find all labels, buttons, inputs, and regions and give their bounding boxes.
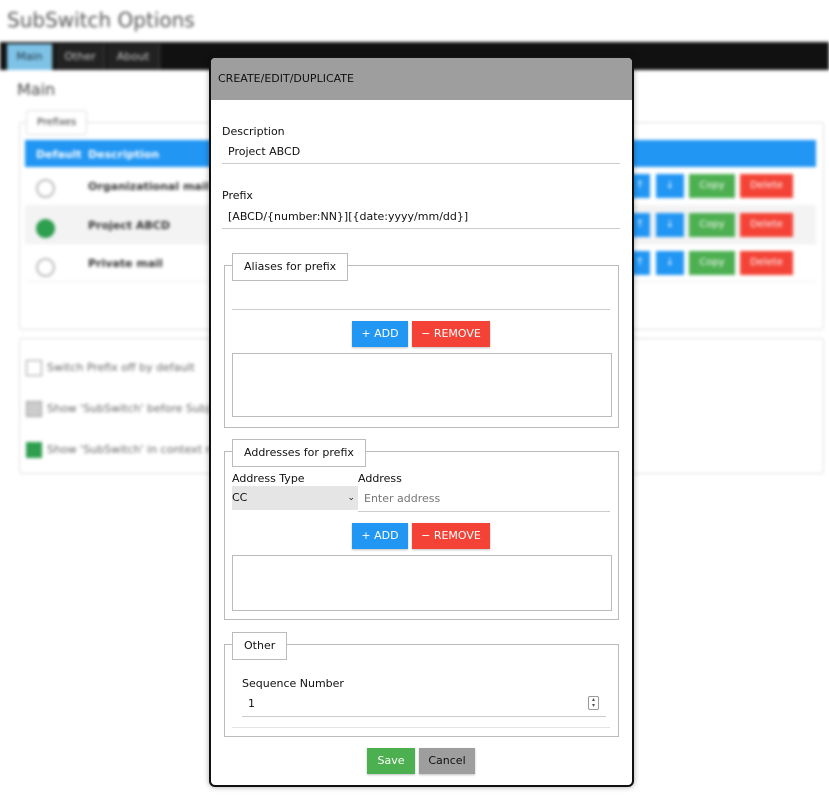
- row-description: Project ABCD: [88, 219, 170, 232]
- remove-address-button[interactable]: − REMOVE: [412, 523, 490, 549]
- cancel-button[interactable]: Cancel: [419, 748, 475, 774]
- sequence-number-input[interactable]: 1: [248, 697, 255, 710]
- aliases-legend: Aliases for prefix: [232, 253, 349, 281]
- remove-alias-button[interactable]: − REMOVE: [412, 321, 490, 347]
- copy-button[interactable]: Copy: [689, 213, 735, 237]
- alias-input[interactable]: [232, 309, 610, 310]
- page-title: SubSwitch Options: [7, 8, 195, 32]
- row-description: Private mail: [88, 257, 163, 270]
- dialog-title: CREATE/EDIT/DUPLICATE: [211, 58, 632, 100]
- column-default: Default: [36, 148, 82, 161]
- checkbox-label: Switch Prefix off by default: [47, 361, 195, 374]
- add-alias-button[interactable]: + ADD: [352, 321, 408, 347]
- checkbox-label: Show 'SubSwitch' before Subject: [47, 402, 228, 415]
- edit-dialog: CREATE/EDIT/DUPLICATE Description Projec…: [209, 56, 634, 787]
- description-label: Description: [222, 125, 285, 138]
- column-description: Description: [88, 148, 160, 161]
- save-button[interactable]: Save: [367, 748, 415, 774]
- address-type-label: Address Type: [232, 472, 305, 485]
- delete-button[interactable]: Delete: [740, 213, 793, 237]
- address-input[interactable]: Enter address: [364, 492, 440, 505]
- show-context-menu-checkbox[interactable]: [26, 442, 42, 458]
- tab-main[interactable]: Main: [7, 44, 53, 70]
- move-down-button[interactable]: ↓: [656, 213, 684, 237]
- prefixes-legend: Prefixes: [26, 110, 88, 135]
- prefix-underline: [222, 228, 620, 229]
- copy-button[interactable]: Copy: [689, 251, 735, 275]
- section-title: Main: [17, 80, 56, 99]
- default-radio[interactable]: [36, 258, 55, 277]
- sequence-number-label: Sequence Number: [242, 677, 344, 690]
- copy-button[interactable]: Copy: [689, 174, 735, 198]
- tab-about[interactable]: About: [107, 44, 160, 70]
- delete-button[interactable]: Delete: [740, 174, 793, 198]
- addresses-legend: Addresses for prefix: [232, 439, 366, 467]
- move-down-button[interactable]: ↓: [656, 174, 684, 198]
- aliases-list[interactable]: [232, 353, 612, 417]
- address-underline: [358, 511, 610, 512]
- tab-other[interactable]: Other: [56, 44, 105, 70]
- add-address-button[interactable]: + ADD: [352, 523, 408, 549]
- show-before-subject-checkbox[interactable]: [26, 401, 42, 417]
- sequence-underline: [242, 716, 606, 717]
- chevron-down-icon: ⌄: [347, 493, 355, 503]
- move-down-button[interactable]: ↓: [656, 251, 684, 275]
- delete-button[interactable]: Delete: [740, 251, 793, 275]
- switch-off-checkbox[interactable]: [26, 360, 42, 376]
- address-type-value: CC: [232, 491, 248, 504]
- prefix-input[interactable]: [ABCD/{number:NN}][{date:yyyy/mm/dd}]: [228, 210, 468, 223]
- default-radio[interactable]: [36, 219, 55, 238]
- address-label: Address: [358, 472, 402, 485]
- description-input[interactable]: Project ABCD: [228, 145, 300, 158]
- other-legend: Other: [232, 632, 288, 660]
- other-divider: [232, 727, 610, 728]
- default-radio[interactable]: [36, 179, 55, 198]
- addresses-list[interactable]: [232, 555, 612, 611]
- number-spinner-icon[interactable]: ▴ ▾: [588, 696, 599, 710]
- address-type-select[interactable]: CC ⌄: [232, 486, 358, 510]
- prefix-label: Prefix: [222, 189, 253, 202]
- description-underline: [222, 163, 620, 164]
- row-description: Organizational mail: [88, 180, 210, 193]
